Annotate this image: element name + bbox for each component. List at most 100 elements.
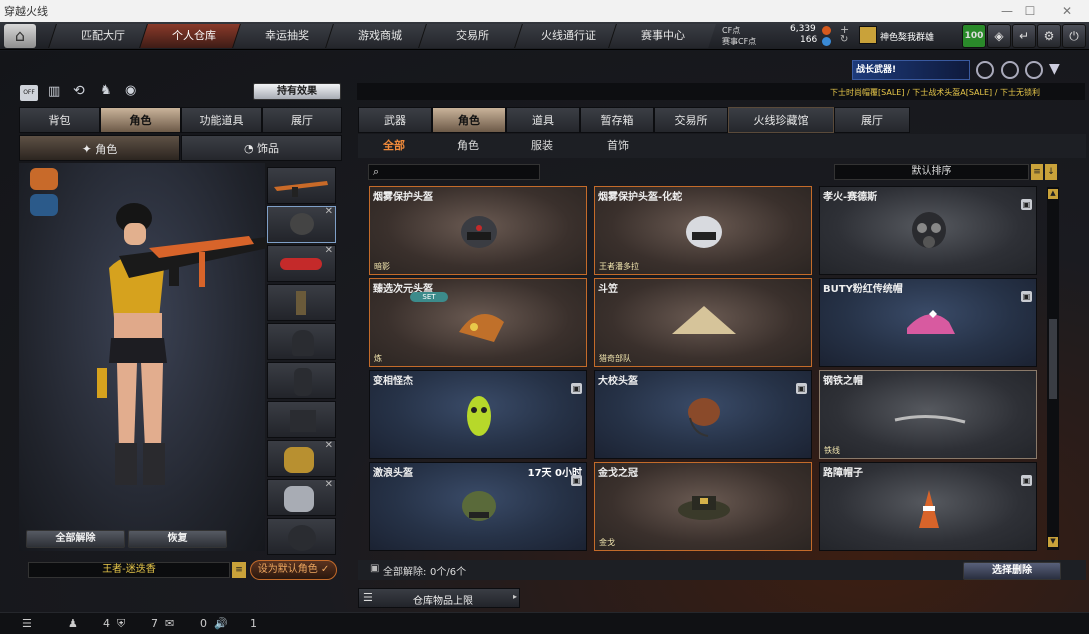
subtab-clothing[interactable]: 服装 — [508, 135, 576, 157]
unequip-all-button[interactable]: 全部解除 — [26, 530, 125, 548]
item-name: 金戈之冠 — [598, 468, 638, 479]
unequip-icon[interactable]: ✕ — [325, 479, 333, 490]
item-card[interactable]: 烟雾保护头盔-化蛇 王者潘多拉 — [594, 186, 812, 275]
empty-slot-icon — [288, 525, 316, 551]
unequip-icon[interactable]: ✕ — [325, 245, 333, 256]
hold-effect-button[interactable]: 持有效果 — [253, 83, 341, 100]
restore-button[interactable]: 恢复 — [128, 530, 227, 548]
clan-shield-icon[interactable]: ⛨ — [117, 617, 125, 631]
slot-pet-gold[interactable]: ✕ — [267, 440, 336, 477]
slot-goggles[interactable]: ✕ — [267, 245, 336, 282]
unequip-icon[interactable]: ✕ — [325, 440, 333, 451]
weapon-banner[interactable]: 战长武器! — [852, 60, 970, 80]
sort-dropdown[interactable]: 默认排序 — [834, 164, 1029, 180]
nav-tab-pass[interactable]: 火线通行证 — [514, 24, 622, 48]
scroll-thumb[interactable] — [1049, 319, 1057, 399]
shield-icon[interactable]: ◈ — [987, 24, 1011, 48]
item-card[interactable]: 变相怪杰 ▣ — [369, 370, 587, 459]
off-toggle-icon[interactable]: OFF — [20, 85, 38, 101]
slot-pants[interactable] — [267, 401, 336, 438]
slot-radio[interactable] — [267, 284, 336, 321]
nav-tab-lucky-draw[interactable]: 幸运抽奖 — [232, 24, 340, 48]
item-card[interactable]: 斗笠 猎奇部队 — [594, 278, 812, 367]
nav-tab-storage[interactable]: 个人仓库 — [139, 24, 247, 48]
right-tab-showroom[interactable]: 展厅 — [834, 107, 910, 133]
slot-vest[interactable] — [267, 362, 336, 399]
rotate-icon[interactable]: ⟲ — [73, 83, 85, 99]
item-card[interactable]: 大校头盔 ▣ — [594, 370, 812, 459]
gear-icon[interactable]: ⚙ — [1037, 24, 1061, 48]
right-tab-items[interactable]: 道具 — [506, 107, 580, 133]
conical-hat-icon — [672, 306, 736, 334]
left-tab-showroom[interactable]: 展厅 — [262, 107, 342, 133]
item-card[interactable]: 钢铁之帽 铁线 — [819, 370, 1037, 459]
slot-weapon[interactable] — [267, 167, 336, 204]
podium-icon[interactable]: ▥ — [48, 84, 60, 99]
chat-icon[interactable]: ✉ — [165, 617, 174, 630]
friends-icon[interactable]: ♟ — [68, 617, 78, 630]
exit-room-icon[interactable]: ↵ — [1012, 24, 1036, 48]
left-tab-bag[interactable]: 背包 — [19, 107, 100, 133]
left-tab-character[interactable]: 角色 — [100, 107, 181, 133]
slot-pet-silver[interactable]: ✕ — [267, 479, 336, 516]
item-card[interactable]: BUTY粉红传统帽 ▣ — [819, 278, 1037, 367]
capacity-button[interactable]: ☰ 仓库物品上限 ▸ — [358, 588, 520, 608]
character-viewport[interactable] — [19, 163, 277, 551]
item-tag: 炼 — [374, 354, 382, 363]
subtab-character[interactable]: 角色 — [434, 135, 502, 157]
right-tab-exchange[interactable]: 交易所 — [654, 107, 728, 133]
subtab-jewelry[interactable]: 首饰 — [584, 135, 652, 157]
nav-tab-exchange[interactable]: 交易所 — [418, 24, 526, 48]
slot-empty[interactable] — [267, 518, 336, 555]
speaker-icon[interactable]: 🔊 — [214, 617, 228, 630]
maximize-icon[interactable]: ☐ — [1013, 0, 1047, 22]
close-icon[interactable]: ✕ — [1050, 0, 1084, 22]
badge-3-icon[interactable] — [1025, 61, 1043, 79]
list-icon[interactable]: ≡ — [232, 562, 246, 578]
left-tab-functional[interactable]: 功能道具 — [181, 107, 262, 133]
list-view-icon[interactable]: ≡ — [1031, 164, 1043, 180]
home-icon[interactable]: ⌂ — [4, 24, 36, 48]
item-card[interactable]: 路障帽子 ▣ — [819, 462, 1037, 551]
badge-4-icon[interactable]: ▼ — [1049, 61, 1069, 79]
slot-helmet[interactable]: ✕ — [267, 206, 336, 243]
badge-1-icon[interactable] — [976, 61, 994, 79]
select-delete-button[interactable]: 选择删除 — [963, 562, 1061, 580]
scrollbar[interactable]: ▲ ▼ — [1047, 187, 1059, 550]
slot-body[interactable] — [267, 323, 336, 360]
menu-icon[interactable]: ☰ — [22, 617, 32, 630]
nav-tab-events[interactable]: 赛事中心 — [608, 24, 716, 48]
sort-order-icon[interactable]: ↓ — [1045, 164, 1057, 180]
clan-count: 7 — [151, 617, 158, 630]
right-tab-temp-box[interactable]: 暂存箱 — [580, 107, 654, 133]
item-card[interactable]: 烟雾保护头盔 暗影 — [369, 186, 587, 275]
item-card[interactable]: 激浪头盔 17天 0小时 ▣ — [369, 462, 587, 551]
item-card[interactable]: 金戈之冠 金戈 — [594, 462, 812, 551]
wolf-emblem-icon[interactable] — [30, 168, 58, 190]
set-default-character-button[interactable]: 设为默认角色 ✓ — [250, 560, 337, 580]
refresh-icon[interactable]: ↻ — [840, 34, 848, 45]
right-tab-character[interactable]: 角色 — [432, 107, 506, 133]
lock-icon: ▣ — [1021, 199, 1032, 210]
event-cf-label: 赛事CF点 — [722, 37, 757, 46]
left-subtab-accessory[interactable]: ◔ 饰品 — [181, 135, 342, 161]
mask-icon — [467, 396, 491, 436]
scroll-down-icon[interactable]: ▼ — [1048, 537, 1058, 547]
right-tab-collection[interactable]: 火线珍藏馆 — [728, 107, 834, 133]
search-input[interactable]: ⌕ — [368, 164, 540, 180]
nav-tab-shop[interactable]: 游戏商城 — [325, 24, 433, 48]
unequip-icon[interactable]: ✕ — [325, 206, 333, 217]
title-bar: 穿越火线 — ☐ ✕ — [0, 0, 1089, 22]
wing-emblem-icon[interactable] — [30, 194, 58, 216]
right-tab-weapons[interactable]: 武器 — [358, 107, 432, 133]
left-subtab-character[interactable]: ✦ 角色 — [19, 135, 180, 161]
scroll-up-icon[interactable]: ▲ — [1048, 189, 1058, 199]
power-icon[interactable]: ⏻ — [1062, 24, 1086, 48]
item-name: 变相怪杰 — [373, 376, 413, 387]
subtab-all[interactable]: 全部 — [360, 135, 428, 157]
mouse-icon[interactable]: ◉ — [125, 83, 136, 98]
item-card[interactable]: 臻选次元头盔 SET 炼 — [369, 278, 587, 367]
badge-2-icon[interactable] — [1001, 61, 1019, 79]
item-card[interactable]: 孝火-赛德斯 ▣ — [819, 186, 1037, 275]
pose-icon[interactable]: ♞ — [100, 83, 112, 98]
